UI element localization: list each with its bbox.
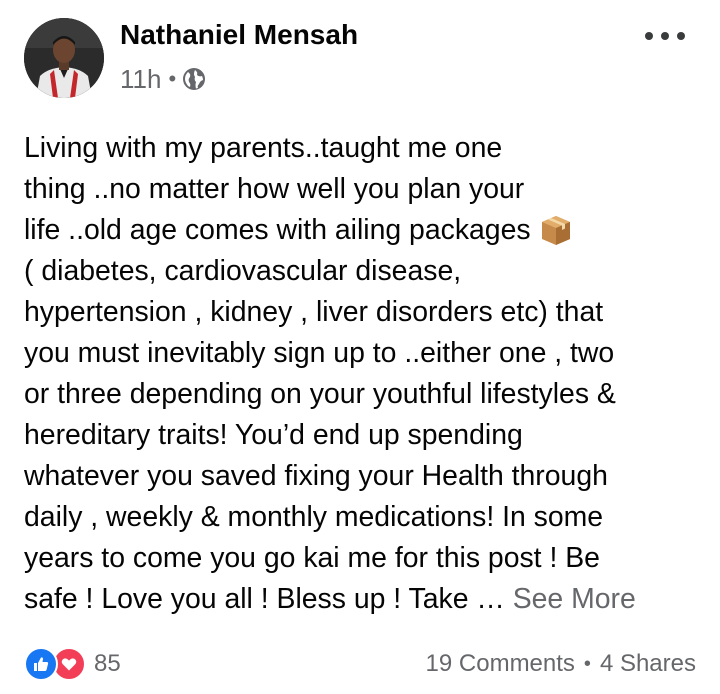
author-avatar[interactable]	[24, 18, 104, 98]
more-dot	[661, 32, 669, 40]
post-footer: 85 19 Comments • 4 Shares	[24, 646, 696, 682]
like-icon	[24, 647, 58, 681]
post-line: thing ..no matter how well you plan your	[24, 173, 525, 205]
globe-icon[interactable]	[182, 67, 206, 91]
package-emoji-icon	[542, 216, 571, 245]
post-line-text: safe ! Love you all ! Bless up ! Take …	[24, 583, 513, 615]
post-meta: 11h •	[120, 63, 206, 95]
comments-count-link[interactable]: 19 Comments	[426, 650, 575, 678]
post-text: Living with my parents..taught me one th…	[24, 128, 714, 620]
engagement-summary: 19 Comments • 4 Shares	[426, 650, 696, 678]
avatar-photo	[24, 18, 104, 98]
post-line: you must inevitably sign up to ..either …	[24, 337, 615, 369]
post-line: Living with my parents..taught me one	[24, 132, 503, 164]
post-line: safe ! Love you all ! Bless up ! Take … …	[24, 579, 714, 620]
more-options-icon[interactable]	[645, 24, 685, 48]
post-line: life ..old age comes with ailing package…	[24, 210, 714, 251]
more-dot	[677, 32, 685, 40]
post-line: or three depending on your youthful life…	[24, 378, 616, 410]
reaction-count: 85	[94, 650, 121, 677]
shares-count-link[interactable]: 4 Shares	[600, 650, 696, 678]
footer-separator: •	[583, 652, 591, 675]
post-line: daily , weekly & monthly medications! In…	[24, 501, 604, 533]
post-line: hypertension , kidney , liver disorders …	[24, 296, 604, 328]
meta-separator: •	[168, 66, 177, 91]
post-line: ( diabetes, cardiovascular disease,	[24, 255, 462, 287]
author-name[interactable]: Nathaniel Mensah	[120, 19, 358, 51]
post-timestamp[interactable]: 11h	[120, 64, 161, 95]
post-line: whatever you saved fixing your Health th…	[24, 460, 608, 492]
post-line: years to come you go kai me for this pos…	[24, 542, 600, 574]
post-line: hereditary traits! You’d end up spending	[24, 419, 523, 451]
post-line-text: life ..old age comes with ailing package…	[24, 214, 531, 246]
see-more-link[interactable]: See More	[513, 583, 636, 615]
more-dot	[645, 32, 653, 40]
reactions-summary[interactable]: 85	[24, 647, 121, 681]
